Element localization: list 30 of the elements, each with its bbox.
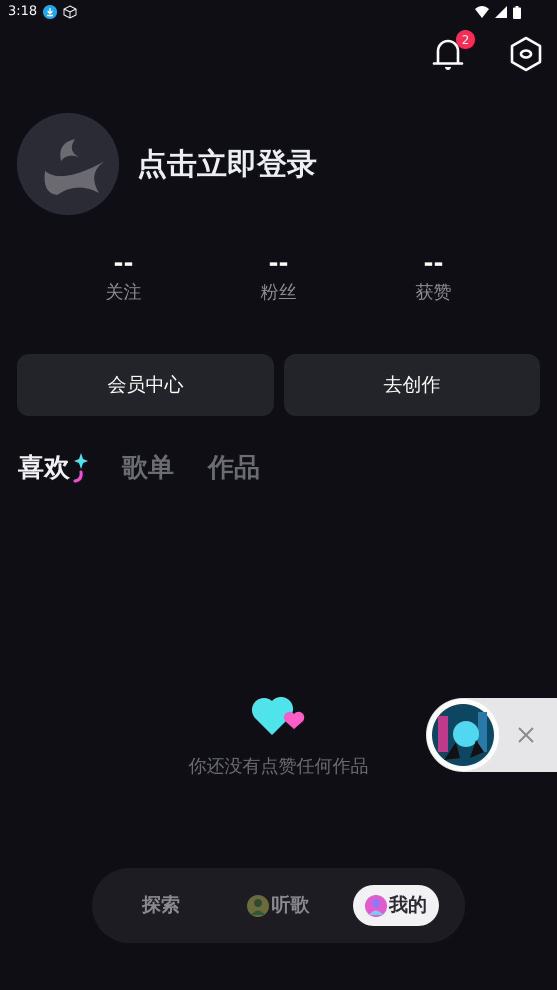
action-button[interactable]: 去创作	[284, 354, 540, 416]
empty-state-message: 你还没有点赞任何作品	[188, 755, 368, 779]
avatar-icon	[365, 894, 388, 916]
sparkle-icon	[72, 453, 88, 483]
avatar-icon	[247, 894, 270, 916]
close-icon[interactable]	[518, 727, 534, 743]
stat-label[interactable]: 关注	[106, 278, 142, 308]
wifi-icon	[475, 6, 489, 18]
login-prompt[interactable]: 点击立即登录	[137, 142, 317, 186]
nav-tab[interactable]: 听歌	[235, 885, 322, 926]
stat-value: --	[424, 248, 444, 278]
tab[interactable]: 歌单	[122, 448, 174, 488]
stat-label[interactable]: 获赞	[416, 278, 452, 308]
signal-icon	[495, 6, 507, 18]
status-time: 3:18	[8, 3, 38, 22]
album-cover[interactable]	[426, 698, 500, 772]
notification-badge: 2	[456, 30, 475, 49]
nav-tab[interactable]: 探索	[130, 885, 192, 926]
stat-value: --	[268, 248, 288, 278]
cube-icon	[63, 5, 78, 19]
battery-icon	[513, 6, 521, 18]
settings-icon[interactable]	[509, 36, 543, 72]
stat-value: --	[114, 248, 134, 278]
nav-tab[interactable]: 我的	[353, 885, 440, 926]
tab[interactable]: 喜欢	[18, 448, 70, 488]
download-icon	[43, 5, 58, 19]
action-button[interactable]: 会员中心	[17, 354, 274, 416]
tab[interactable]: 作品	[208, 448, 260, 488]
stat-label[interactable]: 粉丝	[260, 278, 296, 308]
avatar-placeholder[interactable]	[17, 113, 119, 215]
